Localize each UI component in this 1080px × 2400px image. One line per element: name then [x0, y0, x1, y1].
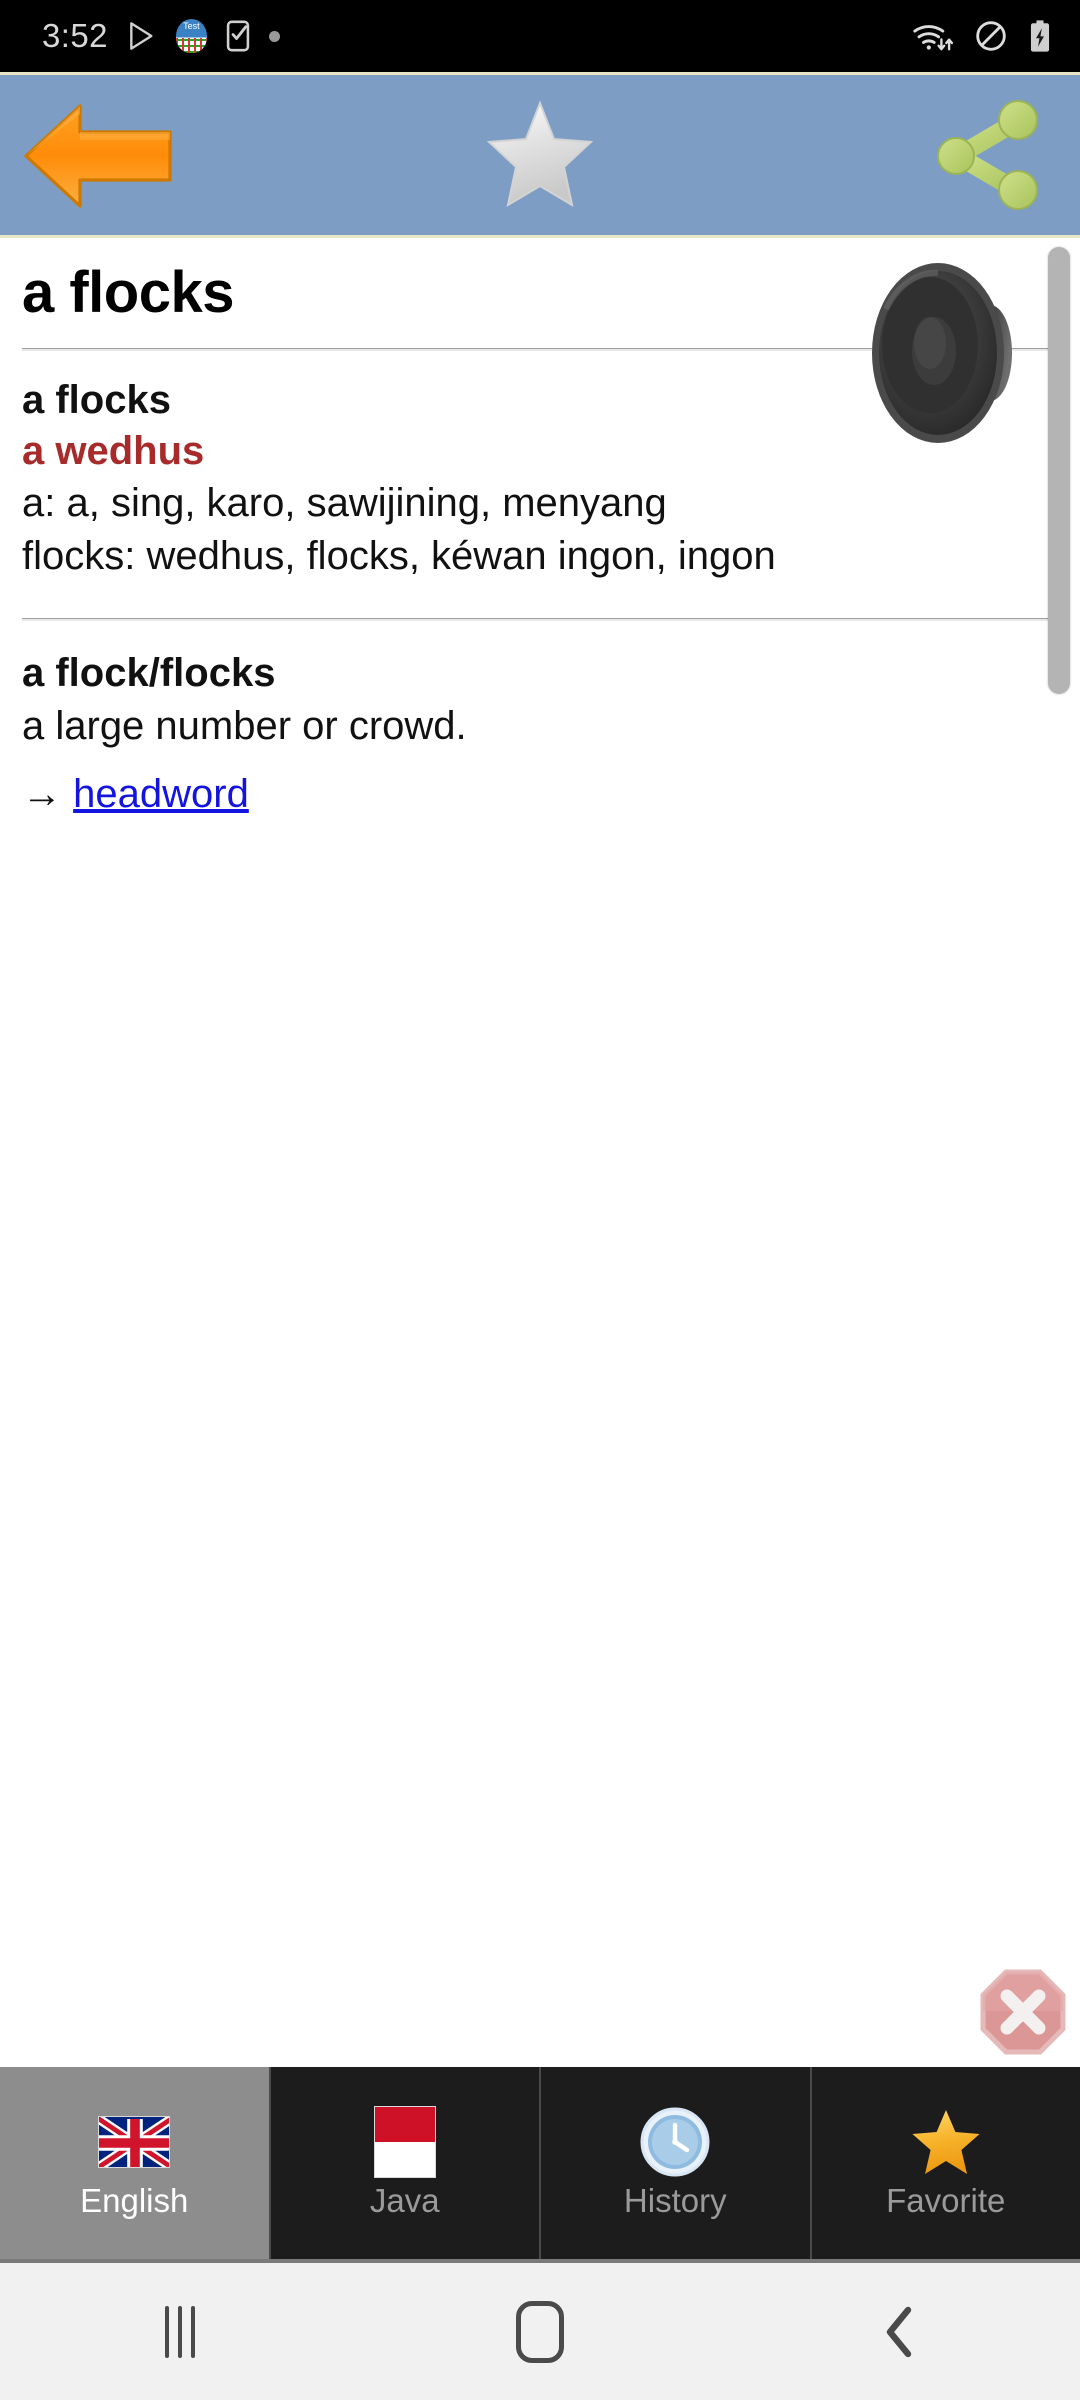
- status-bar-right: [912, 19, 1052, 53]
- clock-icon: [636, 2107, 714, 2176]
- android-nav-bar: [0, 2259, 1080, 2400]
- tab-english[interactable]: English: [0, 2067, 271, 2259]
- tab-history[interactable]: History: [541, 2067, 812, 2259]
- close-button[interactable]: [980, 1969, 1066, 2055]
- favorite-button[interactable]: [250, 75, 830, 235]
- indonesia-flag-icon: [366, 2105, 444, 2178]
- scrollbar-thumb[interactable]: [1048, 247, 1070, 694]
- tab-favorite[interactable]: Favorite: [811, 2067, 1080, 2259]
- test-app-icon-label: Test: [183, 21, 200, 31]
- tab-history-label: History: [623, 2181, 727, 2219]
- bottom-tab-bar: English Java History Favorite: [0, 2067, 1080, 2259]
- test-app-icon: Test: [175, 19, 207, 53]
- tab-english-label: English: [80, 2181, 189, 2219]
- app-screen: 3:52 Test a flocks a flocks a wedhus a: …: [0, 0, 1080, 2400]
- pronounce-button[interactable]: [866, 253, 1038, 453]
- uk-flag-icon: [95, 2110, 173, 2174]
- back-chevron-icon: [886, 2306, 912, 2357]
- star-icon: [907, 2109, 985, 2174]
- arrow-right-icon: →: [22, 771, 62, 816]
- wifi-transfer-icon: [913, 25, 954, 51]
- recents-icon: [165, 2305, 195, 2358]
- definition-text: a large number or crowd.: [22, 703, 467, 748]
- speaker-icon: [872, 263, 1012, 443]
- share-button[interactable]: [830, 75, 1080, 235]
- dot-indicator-icon: [268, 30, 280, 42]
- back-arrow-icon: [24, 104, 172, 208]
- sense-gloss-line-1: a: a, sing, karo, sawijining, menyang: [22, 481, 667, 526]
- tab-java[interactable]: Java: [270, 2067, 541, 2259]
- do-not-disturb-icon: [976, 21, 1006, 51]
- status-bar-clock: 3:52: [42, 17, 108, 54]
- nav-home-button[interactable]: [360, 2263, 720, 2400]
- nav-back-button[interactable]: [720, 2263, 1080, 2400]
- scrollbar[interactable]: [1048, 241, 1076, 2067]
- battery-charging-icon: [1030, 20, 1050, 52]
- close-icon: [980, 1969, 1066, 2055]
- nav-recents-button[interactable]: [0, 2263, 360, 2400]
- tab-favorite-label: Favorite: [886, 2181, 1006, 2219]
- share-icon: [937, 100, 1038, 210]
- phone-check-icon: [226, 20, 250, 52]
- cross-reference: → headword: [22, 753, 1058, 823]
- dictionary-content[interactable]: a flocks a flocks a wedhus a: a, sing, k…: [0, 241, 1080, 2067]
- status-bar: 3:52 Test: [0, 0, 1080, 72]
- star-outline-icon: [486, 100, 594, 208]
- definition-block: a flock/flocks a large number or crowd. …: [22, 621, 1058, 823]
- dictionary-entry: a flocks a flocks a wedhus a: a, sing, k…: [0, 241, 1080, 823]
- home-icon: [516, 2300, 564, 2363]
- play-store-icon: [129, 22, 153, 50]
- app-toolbar: [0, 72, 1080, 238]
- status-bar-left: 3:52 Test: [42, 17, 912, 55]
- sense-gloss-line-2: flocks: wedhus, flocks, kéwan ingon, ing…: [22, 534, 776, 579]
- back-button[interactable]: [0, 75, 250, 235]
- headword-link[interactable]: headword: [73, 772, 249, 816]
- tab-java-label: Java: [369, 2181, 440, 2219]
- test-app-icon-pattern: [175, 37, 207, 53]
- definition-term: a flock/flocks: [22, 650, 276, 695]
